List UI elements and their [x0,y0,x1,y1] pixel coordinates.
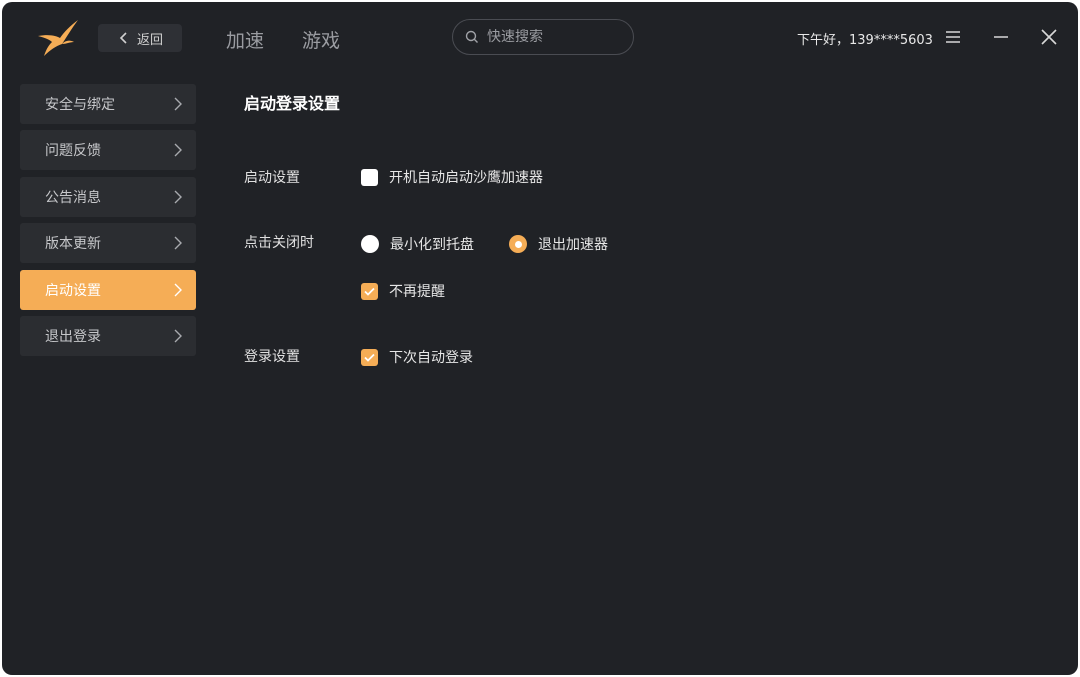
exit-accelerator-label: 退出加速器 [538,237,608,253]
minimize-to-tray-radio[interactable]: 最小化到托盘 [361,234,474,254]
sidebar-item-label: 启动设置 [45,283,101,299]
bird-logo-icon [38,20,78,56]
checkbox-unchecked-icon [361,168,378,186]
section-title: 启动登录设置 [244,94,341,113]
checkbox-checked-icon [361,348,378,366]
back-button[interactable]: 返回 [98,24,182,52]
auto-start-label: 开机自动启动沙鹰加速器 [389,170,543,186]
sidebar-item-feedback[interactable]: 问题反馈 [20,130,196,170]
checkbox-checked-icon [361,282,378,300]
sidebar-item-startup-settings[interactable]: 启动设置 [20,270,196,310]
chevron-right-icon [174,97,182,111]
minimize-icon[interactable] [990,26,1012,48]
chevron-right-icon [174,190,182,204]
chevron-right-icon [174,283,182,297]
app-window: 返回 加速 游戏 下午好，139****5603 安全与绑定 问题反馈 公告消息… [2,2,1078,675]
back-label: 返回 [136,32,163,48]
sidebar-item-announcements[interactable]: 公告消息 [20,177,196,217]
chevron-right-icon [174,143,182,157]
sidebar-item-security-binding[interactable]: 安全与绑定 [20,84,196,124]
on-close-label: 点击关闭时 [244,235,314,251]
chevron-left-icon [119,32,127,44]
sidebar-item-version-update[interactable]: 版本更新 [20,223,196,263]
no-remind-checkbox[interactable]: 不再提醒 [361,281,445,301]
chevron-right-icon [174,236,182,250]
sidebar-item-label: 版本更新 [45,236,101,252]
search-input[interactable] [487,29,617,45]
radio-selected-icon [509,235,527,253]
hamburger-menu-icon[interactable] [942,26,964,48]
startup-settings-label: 启动设置 [244,170,300,186]
login-settings-label: 登录设置 [244,349,300,365]
minimize-to-tray-label: 最小化到托盘 [390,237,474,253]
radio-unselected-icon [361,235,379,253]
auto-login-checkbox[interactable]: 下次自动登录 [361,347,473,367]
sidebar-item-label: 问题反馈 [45,143,101,159]
sidebar-item-label: 公告消息 [45,190,101,206]
no-remind-label: 不再提醒 [389,284,445,300]
sidebar-item-label: 退出登录 [45,329,101,345]
sidebar-item-label: 安全与绑定 [45,97,115,113]
tab-accelerate[interactable]: 加速 [226,26,264,53]
auto-login-label: 下次自动登录 [389,350,473,366]
tab-games[interactable]: 游戏 [302,26,340,53]
auto-start-checkbox[interactable]: 开机自动启动沙鹰加速器 [361,167,543,187]
search-icon [465,30,478,43]
search-box[interactable] [452,19,634,55]
user-greeting: 下午好，139****5603 [797,33,933,48]
exit-accelerator-radio[interactable]: 退出加速器 [509,234,608,254]
close-icon[interactable] [1038,26,1060,48]
chevron-right-icon [174,329,182,343]
sidebar-item-logout[interactable]: 退出登录 [20,316,196,356]
